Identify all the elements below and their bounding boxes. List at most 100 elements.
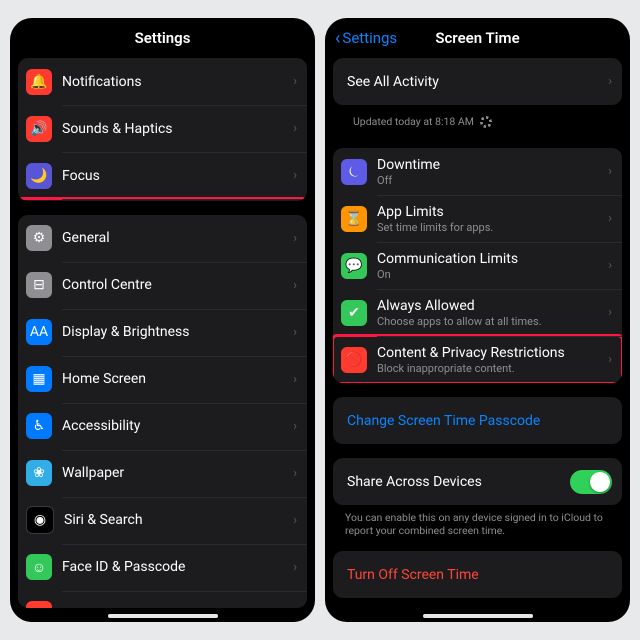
loading-spinner-icon [480, 116, 492, 128]
updated-caption: Updated today at 8:18 AM [333, 109, 622, 134]
chevron-right-icon: › [287, 121, 297, 136]
cell-icon: 💬 [341, 253, 367, 279]
turn-off-screen-time[interactable]: Turn Off Screen Time [333, 551, 622, 598]
settings-cell[interactable]: ✔︎ Always Allowed Choose apps to allow a… [333, 289, 622, 336]
settings-cell[interactable]: SOS Emergency SOS › [18, 591, 307, 608]
cell-title: Face ID & Passcode [62, 559, 287, 575]
cell-title: Notifications [62, 74, 287, 90]
features-group: ⏾ Downtime Off › ⌛ App Limits Set time l… [333, 148, 622, 383]
chevron-right-icon: › [287, 560, 297, 575]
chevron-right-icon: › [602, 211, 612, 226]
chevron-right-icon: › [287, 231, 297, 246]
activity-group: See All Activity › [333, 58, 622, 105]
chevron-right-icon: › [287, 372, 297, 387]
cell-icon: 🚫 [341, 347, 367, 373]
cell-title: Home Screen [62, 371, 287, 387]
screen-time-body[interactable]: See All Activity › Updated today at 8:18… [325, 58, 630, 622]
share-across-devices[interactable]: Share Across Devices [333, 458, 622, 505]
cell-icon: ✔︎ [341, 300, 367, 326]
see-all-activity[interactable]: See All Activity › [333, 58, 622, 105]
settings-cell[interactable]: 🔊 Sounds & Haptics › [18, 105, 307, 152]
back-button[interactable]: ‹ Settings [335, 29, 397, 47]
settings-body[interactable]: 🔔 Notifications › 🔊 Sounds & Haptics › 🌙… [10, 58, 315, 622]
settings-cell[interactable]: ⚙︎ General › [18, 215, 307, 262]
settings-cell[interactable]: ⌛ Screen Time › [18, 199, 307, 201]
cell-title: Communication Limits [377, 251, 602, 267]
cell-icon: ♿︎ [26, 413, 52, 439]
cell-title: Display & Brightness [62, 324, 287, 340]
chevron-right-icon: › [287, 168, 297, 183]
share-group: Share Across Devices [333, 458, 622, 505]
chevron-right-icon: › [287, 419, 297, 434]
share-toggle[interactable] [570, 470, 612, 494]
settings-cell[interactable]: 🌙 Focus › [18, 152, 307, 199]
chevron-right-icon: › [602, 305, 612, 320]
screen-time-screen: ‹ Settings Screen Time See All Activity … [325, 18, 630, 622]
settings-cell[interactable]: 🔔 Notifications › [18, 58, 307, 105]
cell-title: Emergency SOS [62, 606, 287, 608]
chevron-right-icon: › [287, 278, 297, 293]
cell-icon: ☺ [26, 554, 52, 580]
cell-title: Always Allowed [377, 298, 602, 314]
navbar: Settings [10, 18, 315, 58]
back-label: Settings [342, 29, 397, 47]
cell-subtitle: Block inappropriate content. [377, 362, 602, 375]
cell-icon: ◉ [26, 506, 54, 534]
settings-cell[interactable]: 🚫 Content & Privacy Restrictions Block i… [333, 336, 622, 383]
share-footer: You can enable this on any device signed… [333, 509, 622, 537]
cell-icon: 🔔 [26, 69, 52, 95]
cell-subtitle: Choose apps to allow at all times. [377, 315, 602, 328]
settings-cell[interactable]: ♿︎ Accessibility › [18, 403, 307, 450]
cell-icon: 🌙 [26, 163, 52, 189]
chevron-right-icon: › [287, 74, 297, 89]
change-passcode[interactable]: Change Screen Time Passcode [333, 397, 622, 444]
cell-icon: ⚙︎ [26, 225, 52, 251]
settings-group: ⚙︎ General › ⊟ Control Centre › AA Displ… [18, 215, 307, 608]
chevron-left-icon: ‹ [335, 31, 340, 46]
cell-icon: AA [26, 319, 52, 345]
chevron-right-icon: › [287, 466, 297, 481]
cell-title: Focus [62, 168, 287, 184]
passcode-group: Change Screen Time Passcode [333, 397, 622, 444]
cell-subtitle: On [377, 268, 602, 281]
navbar: ‹ Settings Screen Time [325, 18, 630, 58]
cell-subtitle: Set time limits for apps. [377, 221, 602, 234]
chevron-right-icon: › [602, 258, 612, 273]
settings-cell[interactable]: AA Display & Brightness › [18, 309, 307, 356]
turn-off-group: Turn Off Screen Time [333, 551, 622, 598]
cell-title: Siri & Search [64, 512, 287, 528]
cell-subtitle: Off [377, 174, 602, 187]
settings-group: 🔔 Notifications › 🔊 Sounds & Haptics › 🌙… [18, 58, 307, 201]
cell-title: Control Centre [62, 277, 287, 293]
cell-title: Downtime [377, 157, 602, 173]
chevron-right-icon: › [602, 74, 612, 89]
cell-icon: ▦ [26, 366, 52, 392]
settings-cell[interactable]: ◉ Siri & Search › [18, 497, 307, 544]
cell-title: General [62, 230, 287, 246]
cell-title: Wallpaper [62, 465, 287, 481]
cell-icon: ⌛ [341, 206, 367, 232]
chevron-right-icon: › [602, 352, 612, 367]
settings-cell[interactable]: ⌛ App Limits Set time limits for apps. › [333, 195, 622, 242]
chevron-right-icon: › [602, 164, 612, 179]
settings-cell[interactable]: ⊟ Control Centre › [18, 262, 307, 309]
home-indicator[interactable] [423, 614, 533, 618]
cell-title: Sounds & Haptics [62, 121, 287, 137]
cell-icon: SOS [26, 601, 52, 608]
nav-title: Screen Time [435, 29, 519, 47]
nav-title: Settings [135, 29, 191, 47]
cell-title: App Limits [377, 204, 602, 220]
settings-cell[interactable]: 💬 Communication Limits On › [333, 242, 622, 289]
settings-cell[interactable]: ❀ Wallpaper › [18, 450, 307, 497]
settings-cell[interactable]: ☺ Face ID & Passcode › [18, 544, 307, 591]
chevron-right-icon: › [287, 513, 297, 528]
cell-title: Content & Privacy Restrictions [377, 345, 602, 361]
cell-icon: ❀ [26, 460, 52, 486]
settings-cell[interactable]: ⏾ Downtime Off › [333, 148, 622, 195]
cell-icon: ⏾ [341, 159, 367, 185]
cell-icon: 🔊 [26, 116, 52, 142]
chevron-right-icon: › [287, 607, 297, 608]
settings-cell[interactable]: ▦ Home Screen › [18, 356, 307, 403]
home-indicator[interactable] [108, 614, 218, 618]
settings-root-screen: Settings 🔔 Notifications › 🔊 Sounds & Ha… [10, 18, 315, 622]
